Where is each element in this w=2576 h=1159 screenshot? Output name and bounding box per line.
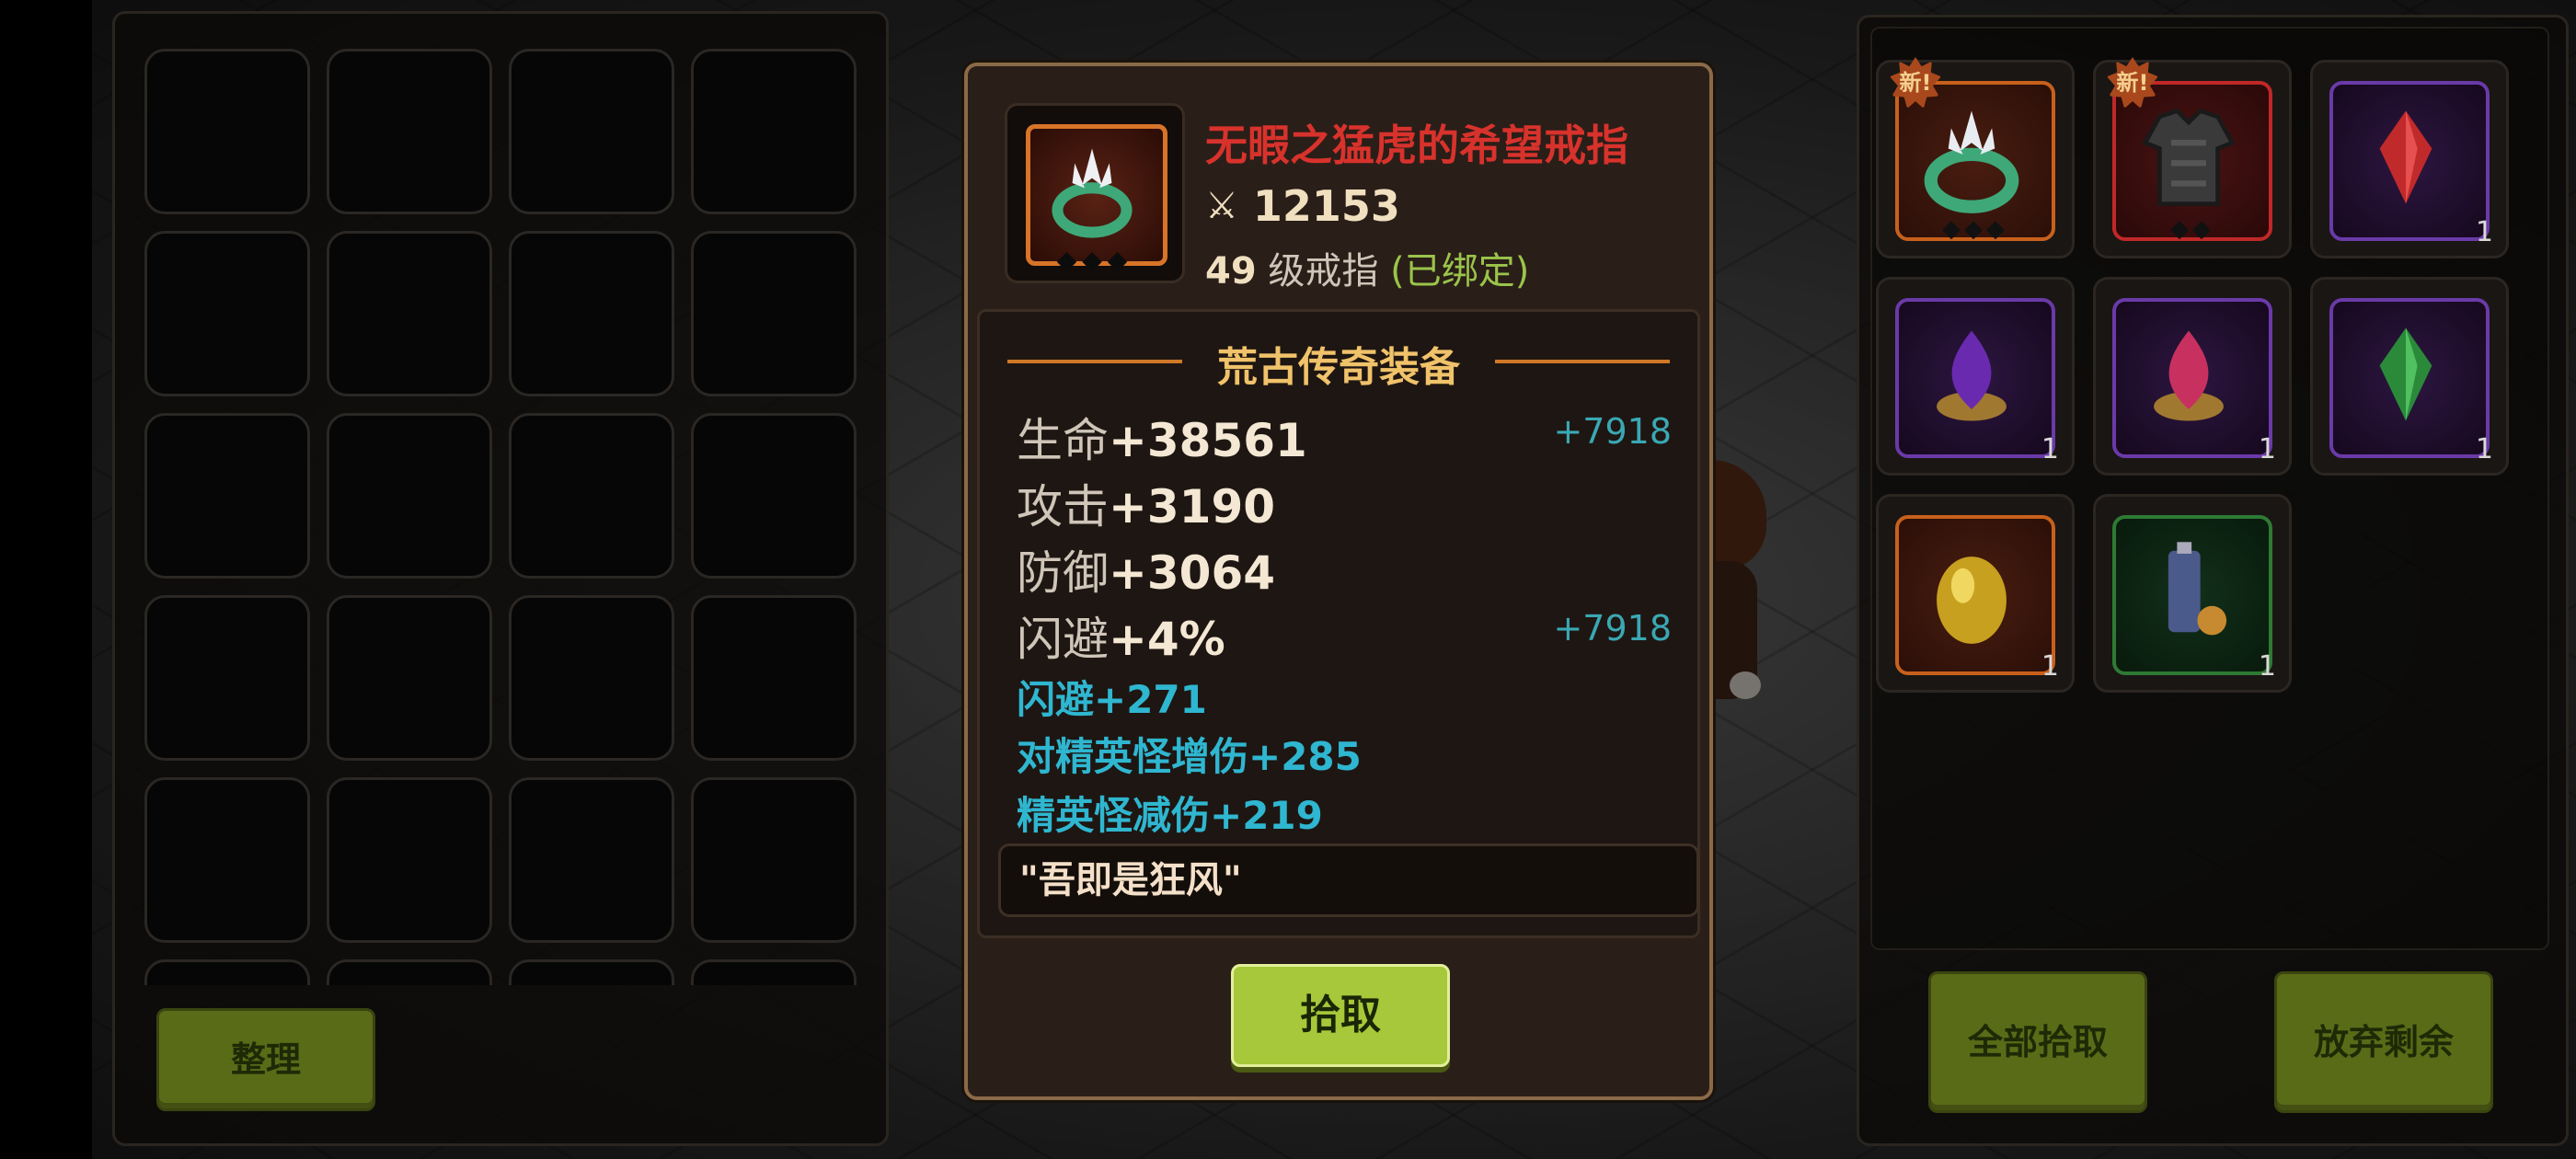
loot-slot-red-crystal[interactable]: 1 [2310, 60, 2509, 258]
item-count: 1 [2041, 433, 2059, 465]
discard-remaining-button[interactable]: 放弃剩余 [2274, 971, 2493, 1113]
power-row: ⚔ 12153 [1205, 178, 1400, 234]
loot-grid: ◆◆◆ 新! ◆◆ 新! 1 1 1 1 1 1 [1870, 27, 2549, 950]
crossed-swords-icon: ⚔ [1205, 185, 1238, 227]
tier-header: 荒古传奇装备 [998, 334, 1679, 391]
inventory-slot[interactable] [327, 595, 492, 761]
sub-stat-elite-reduction: 精英怪减伤+219 [1017, 793, 1323, 838]
purple-gem-icon [1937, 330, 2007, 421]
green-crystal-icon [2379, 327, 2432, 421]
inventory-slot[interactable] [144, 49, 310, 214]
level-row: 49 级戒指 (已绑定) [1205, 241, 1529, 294]
inventory-bag-panel [112, 11, 889, 1146]
item-count: 1 [2258, 650, 2276, 683]
inventory-slot[interactable] [509, 959, 674, 985]
item-count: 1 [2475, 216, 2493, 248]
item-icon-frame: ◆◆◆ [1005, 103, 1185, 283]
chest-armor-icon [2142, 108, 2236, 206]
inventory-slot[interactable] [144, 777, 310, 943]
sub-stat-elite-damage: 对精英怪增伤+285 [1017, 734, 1362, 779]
stat-dodge: 闪避+4% [1017, 613, 1225, 666]
pink-gem-icon [2154, 330, 2224, 421]
tier-title: 荒古传奇装备 [1217, 344, 1460, 391]
stat-attack: 攻击+3190 [1017, 480, 1276, 534]
inventory-slot[interactable] [327, 49, 492, 214]
jade-ring-icon [1052, 148, 1133, 238]
loot-slot-ring[interactable]: ◆◆◆ 新! [1876, 57, 2075, 258]
loot-slot-pink-gem[interactable]: 1 [2093, 277, 2292, 476]
inventory-slot[interactable] [509, 595, 674, 761]
inventory-slot[interactable] [691, 49, 857, 214]
inventory-slot[interactable] [691, 777, 857, 943]
inventory-slot[interactable] [509, 777, 674, 943]
golden-egg-icon [1937, 557, 2007, 644]
inventory-slot[interactable] [691, 231, 857, 396]
item-quote: "吾即是狂风" [998, 843, 1699, 917]
sub-stat-dodge: 闪避+271 [1017, 677, 1207, 722]
stat-hp-bonus: +7918 [1553, 411, 1672, 452]
loot-slot-purple-gem[interactable]: 1 [1876, 277, 2075, 476]
item-name: 无暇之猛虎的希望戒指 [1205, 120, 1628, 170]
inventory-slot[interactable] [509, 49, 674, 214]
item-tooltip-modal: ◆◆◆ 无暇之猛虎的希望戒指 ⚔ 12153 49 级戒指 (已绑定) 荒古传奇… [964, 63, 1713, 1100]
power-value: 12153 [1252, 181, 1400, 231]
inventory-slot[interactable] [327, 777, 492, 943]
loot-slot-golden-egg[interactable]: 1 [1876, 494, 2075, 693]
inventory-slot[interactable] [691, 595, 857, 761]
inventory-slot[interactable] [509, 413, 674, 579]
inventory-slot[interactable] [327, 413, 492, 579]
loot-slot-green-crystal[interactable]: 1 [2310, 277, 2509, 476]
stat-defense: 防御+3064 [1017, 546, 1276, 600]
inventory-slot[interactable] [144, 413, 310, 579]
item-count: 1 [2258, 433, 2276, 465]
inventory-slot[interactable] [509, 231, 674, 396]
loot-slot-battery[interactable]: 1 [2093, 494, 2292, 693]
inventory-slot[interactable] [327, 231, 492, 396]
pick-up-button[interactable]: 拾取 [1231, 964, 1450, 1067]
red-crystal-icon [2379, 110, 2432, 204]
inventory-slot[interactable] [327, 959, 492, 985]
item-count: 1 [2475, 433, 2493, 465]
inventory-slot[interactable] [691, 959, 857, 985]
inventory-slot[interactable] [144, 231, 310, 396]
pick-all-button[interactable]: 全部拾取 [1928, 971, 2147, 1113]
battery-paw-icon [2168, 542, 2227, 636]
inventory-slot[interactable] [691, 413, 857, 579]
loot-slot-armor[interactable]: ◆◆ 新! [2093, 57, 2292, 258]
item-level: 49 [1205, 250, 1257, 293]
item-count: 1 [2041, 650, 2059, 683]
inventory-grid [144, 49, 880, 985]
sort-button[interactable]: 整理 [156, 1008, 375, 1111]
inventory-slot[interactable] [144, 959, 310, 985]
bound-status: (已绑定) [1390, 250, 1530, 293]
stat-dodge-bonus: +7918 [1553, 608, 1672, 648]
stat-hp: 生命+38561 [1017, 414, 1307, 467]
stats-box: 荒古传奇装备 生命+38561 +7918 攻击+3190 防御+3064 闪避… [977, 309, 1700, 938]
inventory-slot[interactable] [144, 595, 310, 761]
item-type: 级戒指 [1268, 250, 1379, 293]
jade-ring-icon [1924, 110, 2019, 213]
